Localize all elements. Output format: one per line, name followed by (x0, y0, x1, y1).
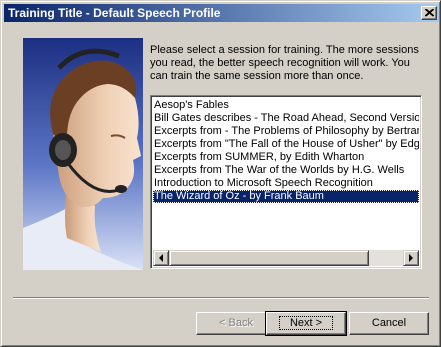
session-listbox[interactable]: Aesop's Fables Bill Gates describes - Th… (150, 95, 422, 269)
instructions-text: Please select a session for training. Th… (150, 44, 419, 82)
scroll-left-button[interactable] (153, 250, 169, 266)
title-bar[interactable]: Training Title - Default Speech Profile (4, 4, 439, 22)
headset-user-icon (23, 38, 143, 270)
window-title: Training Title - Default Speech Profile (8, 6, 221, 20)
cancel-button[interactable]: Cancel (349, 312, 429, 335)
arrow-left-icon (159, 254, 163, 262)
list-item[interactable]: The Wizard of Oz - by Frank Baum (153, 190, 419, 203)
session-list: Aesop's Fables Bill Gates describes - Th… (153, 99, 419, 203)
back-button[interactable]: < Back (196, 312, 276, 335)
list-item[interactable]: Aesop's Fables (153, 99, 419, 112)
scrollbar-thumb[interactable] (169, 250, 369, 266)
list-item[interactable]: Introduction to Microsoft Speech Recogni… (153, 177, 419, 190)
horizontal-scrollbar[interactable] (153, 250, 419, 266)
list-item[interactable]: Bill Gates describes - The Road Ahead, S… (153, 112, 419, 125)
separator (13, 297, 429, 299)
next-button[interactable]: Next > (265, 311, 347, 336)
arrow-right-icon (409, 254, 413, 262)
close-button[interactable] (421, 6, 437, 20)
close-icon (425, 9, 434, 17)
next-button-label: Next > (278, 316, 334, 330)
list-item[interactable]: Excerpts from SUMMER, by Edith Wharton (153, 151, 419, 164)
list-item[interactable]: Excerpts from - The Problems of Philosop… (153, 125, 419, 138)
list-item[interactable]: Excerpts from "The Fall of the House of … (153, 138, 419, 151)
training-dialog: Training Title - Default Speech Profile (0, 0, 441, 347)
scroll-right-button[interactable] (403, 250, 419, 266)
list-item[interactable]: Excerpts from The War of the Worlds by H… (153, 164, 419, 177)
